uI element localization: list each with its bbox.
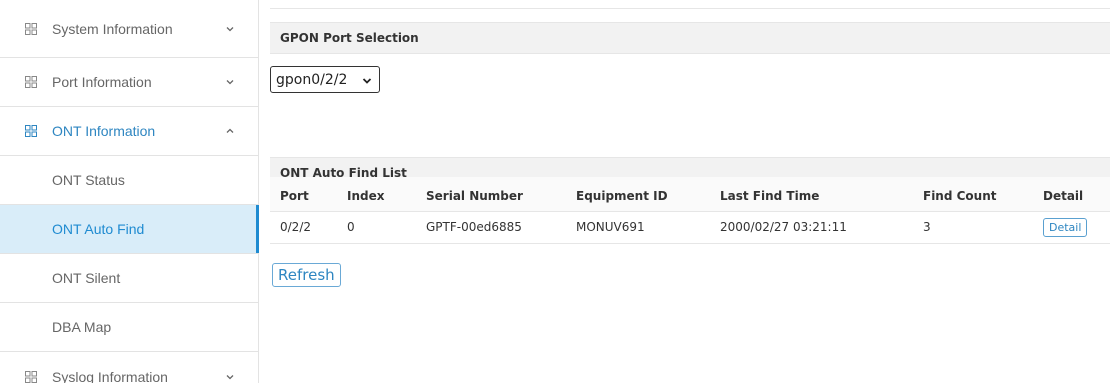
sidebar-item-label: ONT Information (52, 123, 156, 139)
sidebar-item-ont-status[interactable]: ONT Status (0, 156, 258, 205)
grid-icon (25, 76, 37, 88)
sidebar-item-label: DBA Map (52, 319, 112, 335)
chevron-up-icon (226, 128, 234, 133)
sidebar-item-label: ONT Auto Find (52, 221, 145, 237)
refresh-button[interactable]: Refresh (272, 263, 341, 287)
sidebar-item-label: ONT Status (52, 172, 125, 188)
sidebar-item-ont-information[interactable]: ONT Information (0, 107, 258, 156)
column-header: Equipment ID (566, 177, 710, 212)
select-value: gpon0/2/2 (276, 71, 348, 88)
sidebar-item-dba-map[interactable]: DBA Map (0, 303, 258, 352)
table-row: 0/2/2 0 GPTF-00ed6885 MONUV691 2000/02/2… (270, 211, 1110, 244)
cell-index: 0 (337, 211, 416, 244)
sidebar: System Information Port Information ONT … (0, 0, 259, 383)
chevron-down-icon (226, 80, 234, 85)
column-header: Serial Number (416, 177, 566, 212)
column-header: Find Count (913, 177, 1033, 212)
cell-last-find-time: 2000/02/27 03:21:11 (710, 211, 913, 244)
cell-port: 0/2/2 (270, 211, 337, 244)
chevron-down-icon (226, 26, 234, 31)
sidebar-item-syslog-information[interactable]: Syslog Information (0, 352, 258, 383)
main-content: GPON Port Selection gpon0/2/2 ONT Auto F… (260, 0, 1110, 383)
sidebar-item-ont-auto-find[interactable]: ONT Auto Find (0, 205, 259, 254)
section-title: GPON Port Selection (280, 31, 419, 45)
section-header-port-selection: GPON Port Selection (270, 22, 1110, 54)
ont-auto-find-table: Port Index Serial Number Equipment ID La… (270, 177, 1110, 244)
table-header-row: Port Index Serial Number Equipment ID La… (270, 177, 1110, 212)
sidebar-item-port-information[interactable]: Port Information (0, 58, 258, 107)
sidebar-item-label: System Information (52, 20, 173, 37)
gpon-port-select[interactable]: gpon0/2/2 (270, 66, 380, 93)
grid-icon (25, 125, 37, 137)
sidebar-item-label: ONT Silent (52, 270, 121, 286)
grid-icon (25, 370, 37, 383)
chevron-down-icon (226, 374, 234, 379)
sidebar-item-label: Port Information (52, 74, 152, 90)
sidebar-item-ont-silent[interactable]: ONT Silent (0, 254, 258, 303)
column-header: Port (270, 177, 337, 212)
detail-button[interactable]: Detail (1043, 217, 1088, 237)
chevron-down-icon (362, 78, 372, 84)
cell-detail: Detail (1033, 211, 1110, 244)
cell-serial-number: GPTF-00ed6885 (416, 211, 566, 244)
cell-find-count: 3 (913, 211, 1033, 244)
sidebar-item-system-information[interactable]: System Information (0, 0, 258, 58)
divider (270, 8, 1110, 9)
sidebar-item-label: Syslog Information (52, 368, 168, 383)
grid-icon (25, 22, 37, 35)
column-header: Index (337, 177, 416, 212)
cell-equipment-id: MONUV691 (566, 211, 710, 244)
column-header: Detail (1033, 177, 1110, 212)
column-header: Last Find Time (710, 177, 913, 212)
